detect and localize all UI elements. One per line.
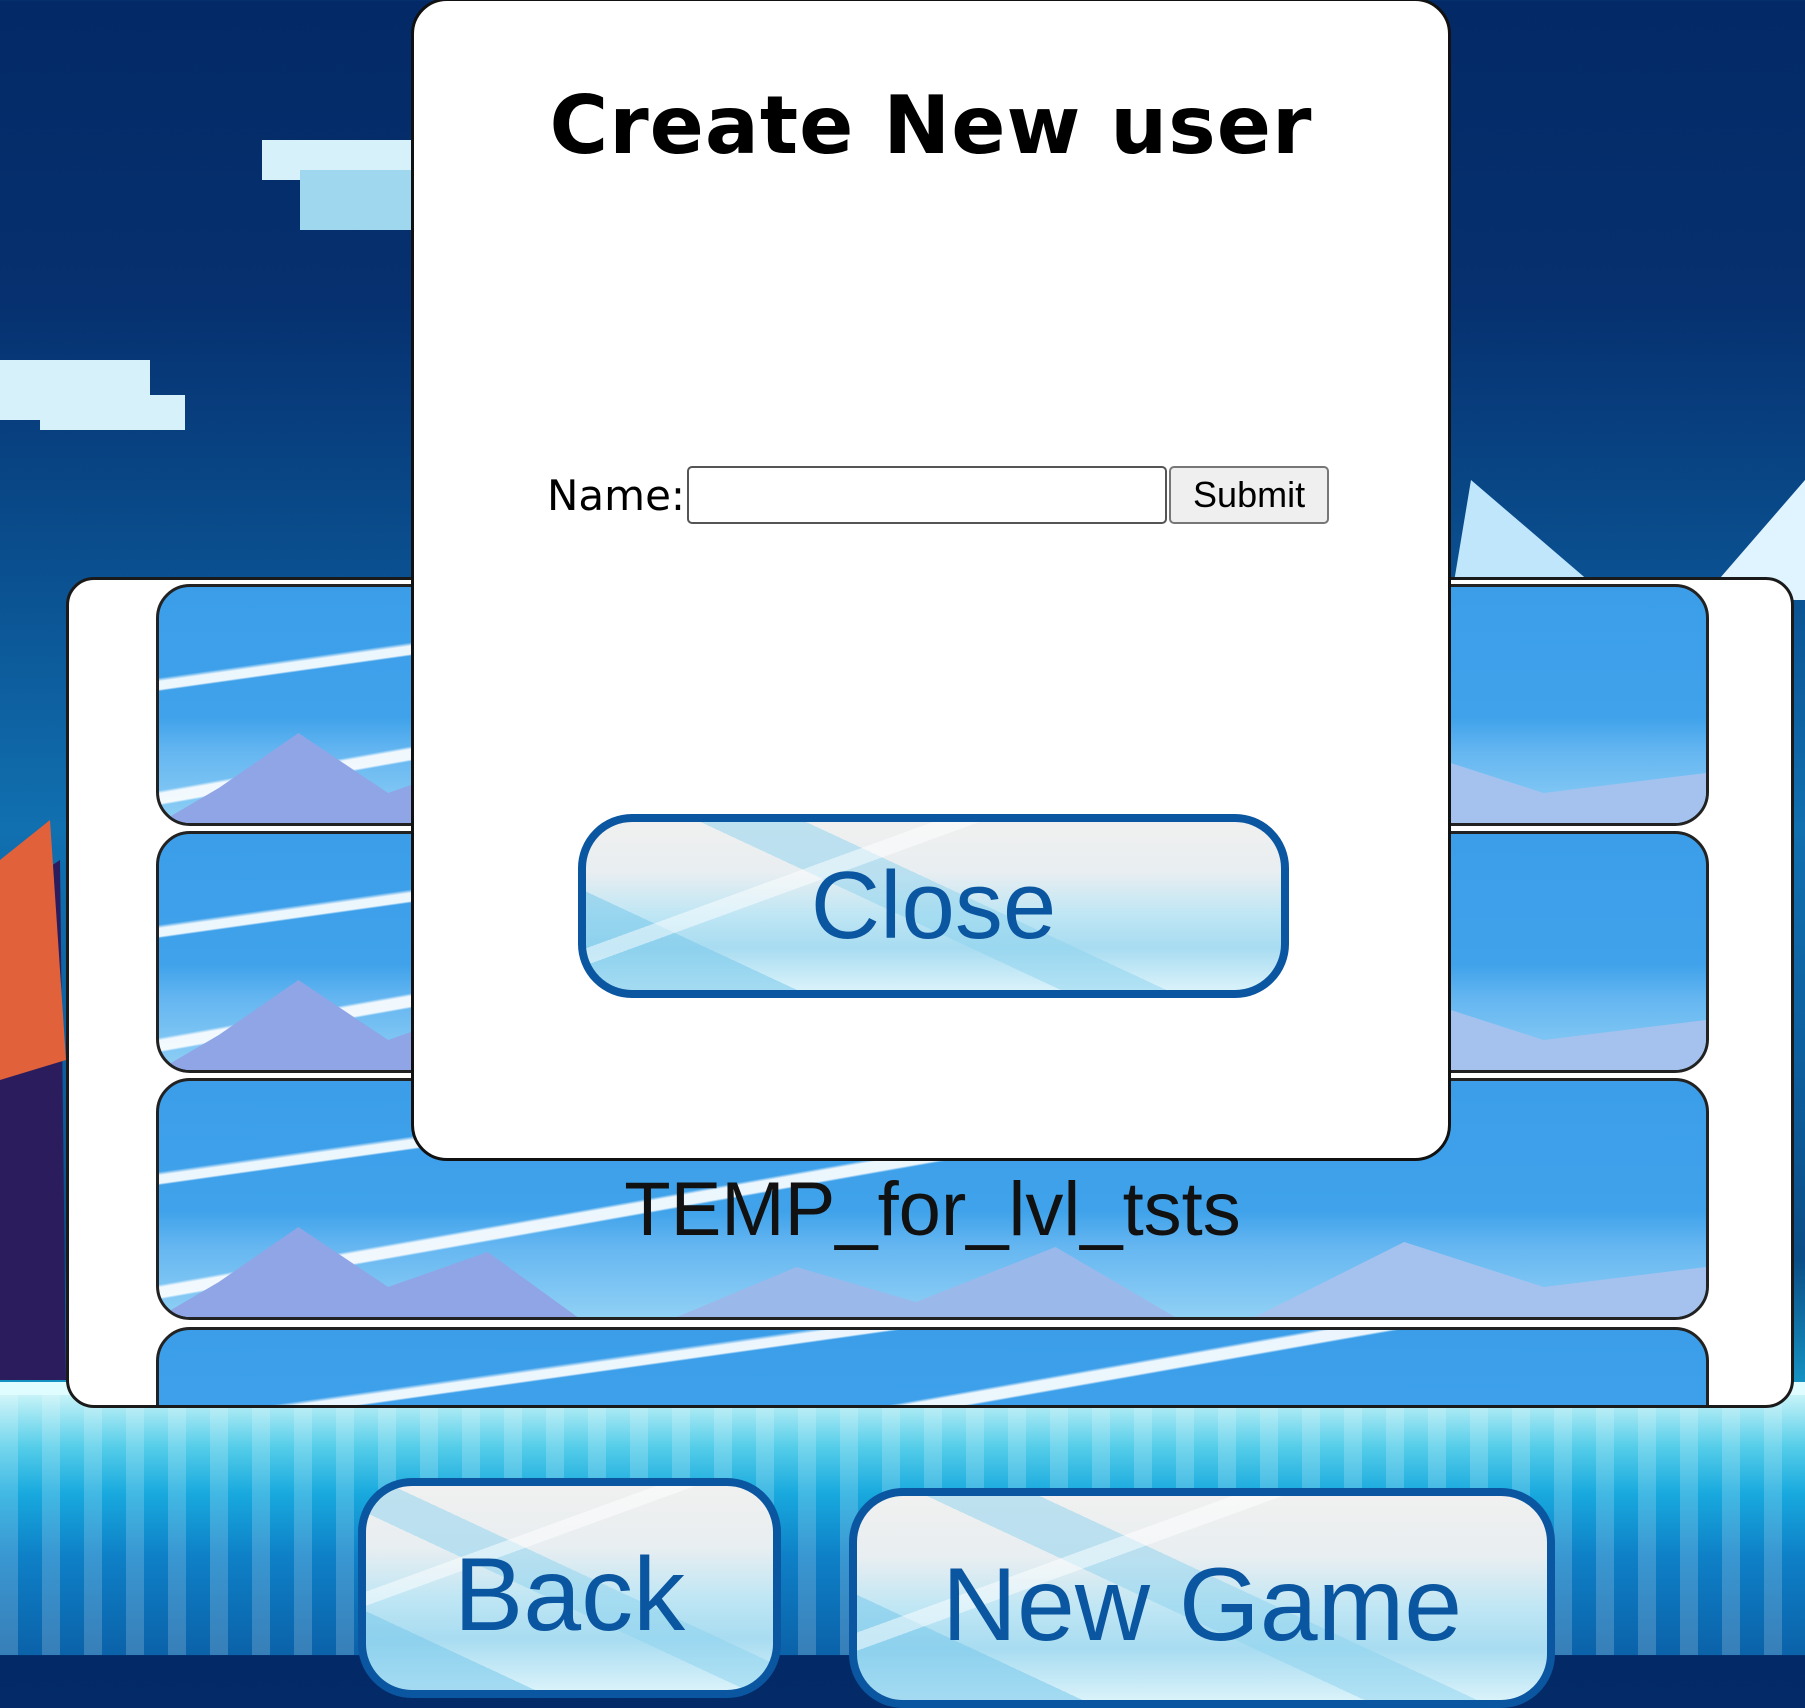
dialog-title: Create New user xyxy=(549,79,1313,172)
close-button-label: Close xyxy=(810,852,1057,959)
new-game-button-label: New Game xyxy=(941,1547,1463,1663)
submit-button[interactable]: Submit xyxy=(1169,466,1330,524)
name-form: Name: Submit xyxy=(547,466,1330,524)
save-slot-label: TEMP_for_lvl_tsts xyxy=(624,1166,1241,1252)
create-user-dialog: Create New user Name: Submit Close xyxy=(411,0,1451,1161)
name-input[interactable] xyxy=(687,466,1168,524)
name-label: Name: xyxy=(547,470,686,520)
back-button[interactable]: Back xyxy=(358,1478,781,1698)
new-game-button[interactable]: New Game xyxy=(849,1488,1555,1708)
cloud-decoration xyxy=(300,170,420,230)
tree-decoration xyxy=(0,820,66,1380)
cloud-decoration xyxy=(40,395,185,430)
mountain-decoration xyxy=(1451,480,1805,600)
back-button-label: Back xyxy=(453,1537,686,1653)
save-slot[interactable] xyxy=(156,1327,1709,1405)
close-button[interactable]: Close xyxy=(578,814,1289,998)
